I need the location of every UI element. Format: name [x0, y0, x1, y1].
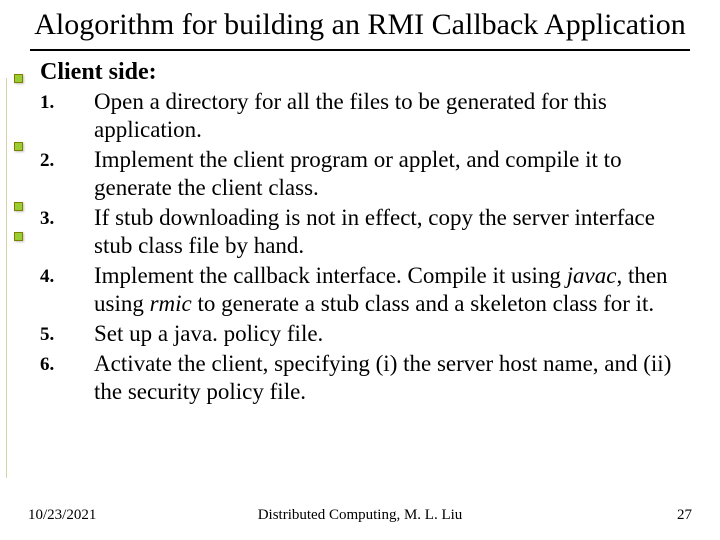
step-text: Open a directory for all the files to be…: [94, 88, 692, 144]
steps-list: 1.Open a directory for all the files to …: [40, 88, 692, 407]
title-wrap: Alogorithm for building an RMI Callback …: [28, 8, 692, 43]
step-text: If stub downloading is not in effect, co…: [94, 204, 692, 260]
step-number: 2.: [40, 146, 94, 202]
step-item: 5.Set up a java. policy file.: [40, 320, 692, 348]
bullet-icon: [14, 142, 23, 151]
subhead: Client side:: [40, 59, 692, 86]
step-text: Activate the client, specifying (i) the …: [94, 350, 692, 406]
step-text: Implement the client program or applet, …: [94, 146, 692, 202]
bullet-icon: [14, 74, 23, 83]
step-item: 6.Activate the client, specifying (i) th…: [40, 350, 692, 406]
slide: Alogorithm for building an RMI Callback …: [0, 0, 720, 540]
rail-line: [6, 78, 7, 478]
step-number: 1.: [40, 88, 94, 144]
step-item: 2.Implement the client program or applet…: [40, 146, 692, 202]
step-number: 3.: [40, 204, 94, 260]
step-number: 6.: [40, 350, 94, 406]
step-item: 4.Implement the callback interface. Comp…: [40, 262, 692, 318]
step-item: 3.If stub downloading is not in effect, …: [40, 204, 692, 260]
title-underline: [30, 49, 690, 51]
footer-center: Distributed Computing, M. L. Liu: [0, 507, 720, 524]
slide-title: Alogorithm for building an RMI Callback …: [34, 8, 686, 43]
step-item: 1.Open a directory for all the files to …: [40, 88, 692, 144]
step-number: 5.: [40, 320, 94, 348]
content: Client side: 1.Open a directory for all …: [40, 59, 692, 407]
bullet-icon: [14, 202, 23, 211]
step-text: Implement the callback interface. Compil…: [94, 262, 692, 318]
step-number: 4.: [40, 262, 94, 318]
bullet-icon: [14, 232, 23, 241]
step-text: Set up a java. policy file.: [94, 320, 692, 348]
footer: 10/23/2021 Distributed Computing, M. L. …: [0, 507, 720, 524]
